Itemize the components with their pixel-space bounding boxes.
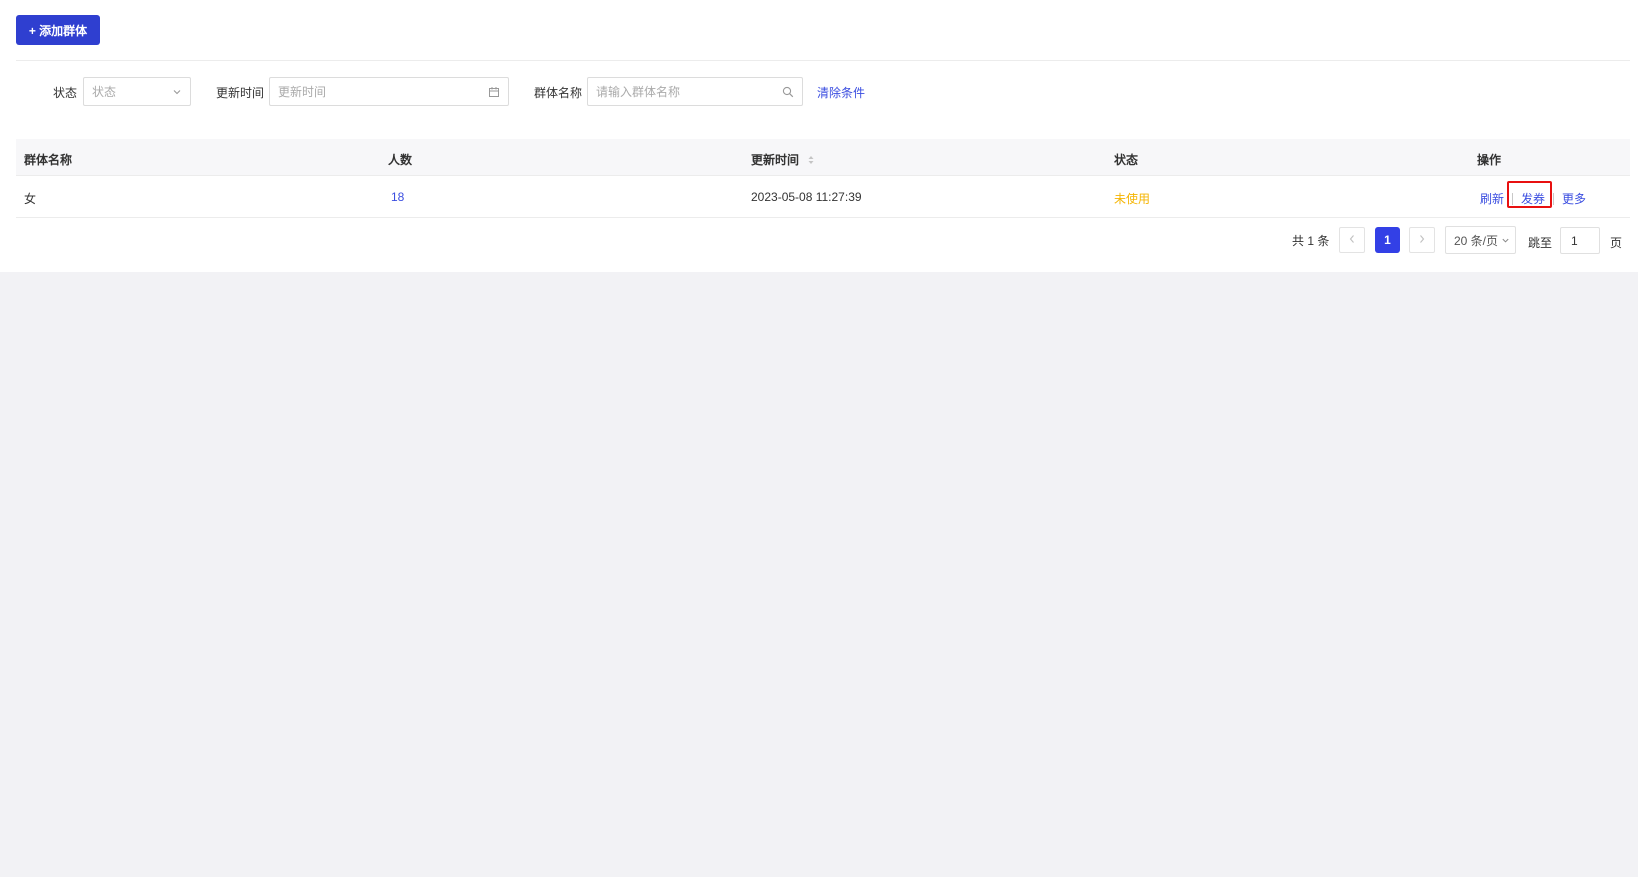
cell-updated-time: 2023-05-08 11:27:39	[751, 190, 862, 204]
jump-to-label: 跳至	[1528, 236, 1553, 250]
row-actions: 刷新 发券 更多	[1480, 190, 1586, 207]
more-action[interactable]: 更多	[1562, 190, 1586, 207]
issue-coupon-action[interactable]: 发券	[1521, 190, 1545, 207]
jump-page-input[interactable]	[1560, 227, 1600, 254]
name-filter-label: 群体名称	[534, 86, 583, 100]
prev-page-button[interactable]	[1339, 227, 1365, 253]
content-panel: + 添加群体 状态 状态 更新时间 更新时间 群体名称 请输入群体名称 清除条件…	[0, 0, 1638, 272]
column-header-status: 状态	[1114, 153, 1139, 167]
column-header-updated[interactable]: 更新时间	[751, 151, 815, 168]
chevron-down-icon	[172, 87, 182, 97]
toolbar-divider	[16, 60, 1630, 61]
search-input-placeholder: 请输入群体名称	[596, 85, 681, 99]
clear-filters-link[interactable]: 清除条件	[817, 84, 865, 101]
action-separator	[1553, 192, 1555, 205]
time-filter-label: 更新时间	[216, 86, 265, 100]
column-header-updated-label: 更新时间	[751, 153, 800, 167]
calendar-icon	[488, 86, 500, 98]
column-header-name: 群体名称	[24, 153, 73, 167]
column-header-count: 人数	[388, 153, 413, 167]
chevron-right-icon	[1418, 234, 1426, 247]
table-row: 女 18 2023-05-08 11:27:39 未使用 刷新 发券 更多	[16, 176, 1630, 218]
table-header: 群体名称 人数 更新时间 状态 操作	[16, 139, 1630, 176]
cell-member-count-link[interactable]: 18	[391, 190, 404, 204]
cell-status: 未使用	[1114, 192, 1151, 206]
pagination-total: 共 1 条	[1292, 234, 1330, 248]
action-separator	[1512, 192, 1514, 205]
chevron-down-icon	[1501, 236, 1510, 245]
status-select-placeholder: 状态	[92, 85, 117, 99]
group-name-search-input[interactable]: 请输入群体名称	[587, 77, 803, 106]
time-picker-placeholder: 更新时间	[278, 85, 327, 99]
sort-icon[interactable]	[807, 154, 815, 166]
search-icon[interactable]	[782, 86, 794, 98]
time-range-picker[interactable]: 更新时间	[269, 77, 509, 106]
refresh-action[interactable]: 刷新	[1480, 190, 1504, 207]
cell-group-name: 女	[24, 192, 37, 206]
page-suffix-label: 页	[1610, 236, 1623, 250]
column-header-actions: 操作	[1477, 153, 1502, 167]
next-page-button[interactable]	[1409, 227, 1435, 253]
page-size-value: 20 条/页	[1454, 233, 1499, 248]
status-filter-label: 状态	[53, 86, 78, 100]
status-select[interactable]: 状态	[83, 77, 191, 106]
page-number-current[interactable]: 1	[1375, 227, 1400, 253]
page-size-select[interactable]: 20 条/页	[1445, 226, 1516, 254]
chevron-left-icon	[1348, 234, 1356, 247]
add-group-button[interactable]: + 添加群体	[16, 15, 100, 45]
